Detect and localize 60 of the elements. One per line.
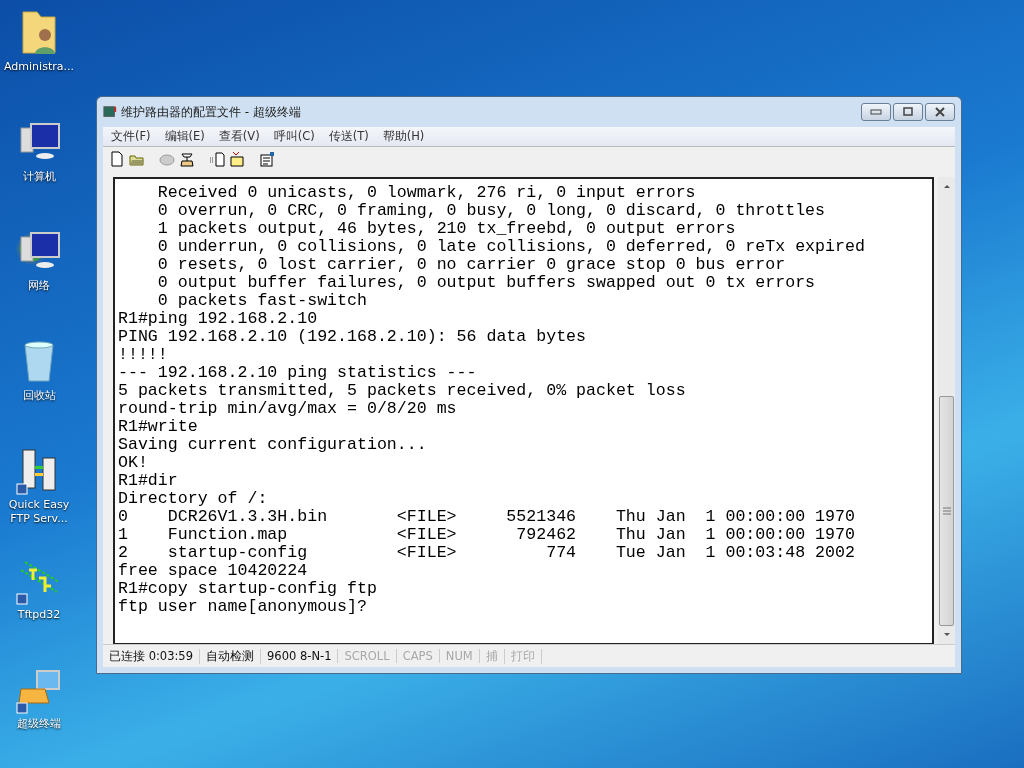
terminal-line: Directory of /: [118,490,269,508]
terminal-line: Saving current configuration... [118,436,428,454]
minimize-icon [870,109,882,115]
status-indicator: 打印 [504,648,542,664]
terminal-line: free space 10420224 [118,562,309,580]
terminal-line: R1#copy startup-config ftp [118,580,378,598]
status-indicator: SCROLL [338,649,397,663]
terminal-line: PING 192.168.2.10 (192.168.2.10): 56 data bytes [118,328,588,346]
status-indicator: CAPS [396,649,440,663]
terminal-line: !!!!! [118,346,169,364]
desktop-icon-label[interactable]: Quick Easy FTP Serv... [1,498,77,526]
menu-item[interactable]: 帮助(H) [382,129,425,144]
desktop-icon-label[interactable]: 回收站 [1,388,77,403]
menu-item[interactable]: 传送(T) [328,129,369,144]
terminal-line: R1#ping 192.168.2.10 [118,310,319,328]
terminal-line: 1 packets output, 46 bytes, 210 tx_freebd, 0 output errors [156,220,737,238]
maximize-icon [902,107,914,117]
terminal-line: R1#dir [118,472,179,490]
terminal-line: 0 underrun, 0 collisions, 0 late collisions, 0 deferred, 0 reTx expired [156,238,866,256]
terminal-line: 0 output buffer failures, 0 output buffers swapped out 0 tx errors [156,274,817,292]
new-file-icon[interactable] [109,151,125,167]
scroll-thumb[interactable] [939,396,954,626]
menu-item[interactable]: 呼叫(C) [273,129,315,144]
menu-item[interactable]: 编辑(E) [164,129,205,144]
desktop-icon-label[interactable]: 网络 [1,279,77,293]
terminal-line: OK! [118,454,149,472]
status-indicator: 捕 [479,648,505,664]
send-file-icon[interactable] [209,151,225,167]
terminal-line: ftp user name[anonymous]? [118,598,368,616]
receive-folder-icon[interactable] [229,151,245,167]
terminal-line: Received 0 unicasts, 0 lowmark, 276 ri, 0 input errors [156,184,697,202]
terminal-line: 0 DCR26V1.3.3H.bin <FILE> 5521346 Thu Jan 1 00:00:00 1970 [118,508,856,526]
vertical-scrollbar[interactable] [938,177,955,644]
terminal-line: round-trip min/avg/max = 0/8/20 ms [118,400,458,418]
terminal-line: 0 packets fast-switch [156,292,368,310]
close-button[interactable] [925,103,955,121]
terminal-line: 5 packets transmitted, 5 packets received, 0% packet loss [118,382,687,400]
terminal-line: 0 resets, 0 lost carrier, 0 no carrier 0 grace stop 0 bus error [156,256,787,274]
scroll-down-icon[interactable] [942,632,951,638]
status-indicator: 已连接 0:03:59 [103,648,200,664]
status-indicator: NUM [439,649,480,663]
terminal-line: --- 192.168.2.10 ping statistics --- [118,364,478,382]
status-indicator: 自动检测 [200,648,261,664]
terminal-line: 0 overrun, 0 CRC, 0 framing, 0 busy, 0 long, 0 discard, 0 throttles [156,202,826,220]
grip-icon [942,507,951,515]
properties-icon[interactable] [259,151,275,167]
status-indicator: 9600 8-N-1 [261,649,339,663]
minimize-button[interactable] [861,103,891,121]
terminal-line: 2 startup-config <FILE> 774 Tue Jan 1 00:03:48 2002 [118,544,856,562]
desktop-icon-label[interactable]: 计算机 [1,169,77,184]
menu-item[interactable]: 查看(V) [218,129,260,144]
scroll-up-icon[interactable] [942,183,951,189]
window-title: 维护路由器的配置文件 - 超级终端 [121,103,301,121]
terminal-line: R1#write [118,418,199,436]
desktop-icon-label[interactable]: Administra... [1,60,77,74]
close-icon [934,107,946,117]
app-icon [103,105,117,119]
terminal-line: 1 Function.map <FILE> 792462 Thu Jan 1 00:00:00 1970 [118,526,856,544]
menu-item[interactable]: 文件(F) [111,129,151,144]
maximize-button[interactable] [893,103,923,121]
